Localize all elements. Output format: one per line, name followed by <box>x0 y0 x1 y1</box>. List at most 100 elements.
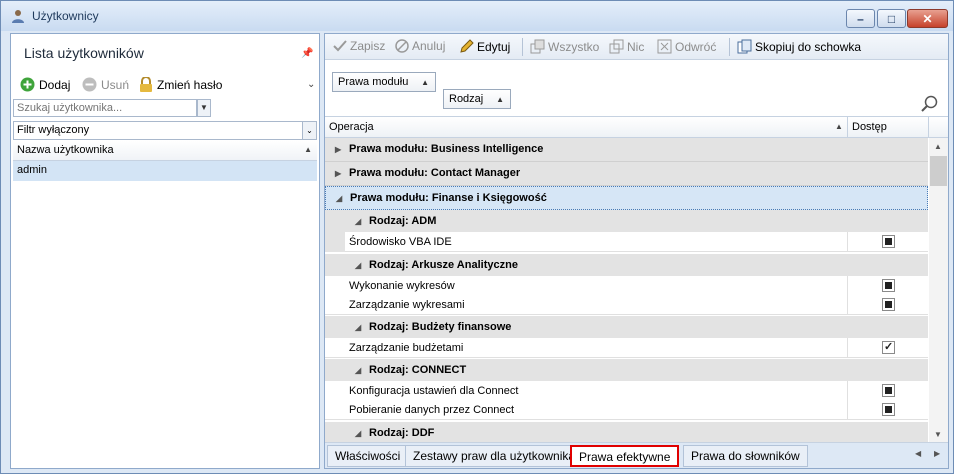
pin-icon[interactable]: 📌 <box>301 48 313 59</box>
chevron-down-icon[interactable]: ◢ <box>355 261 361 270</box>
chevron-down-icon[interactable]: ⌄ <box>302 122 316 139</box>
cancel-icon <box>395 39 409 53</box>
indent-track <box>325 232 345 252</box>
filter-select[interactable]: Filtr wyłączony ⌄ <box>13 121 317 140</box>
tab-scroll-left-icon[interactable]: ◀ <box>915 449 921 458</box>
save-button[interactable]: Zapisz <box>333 39 385 53</box>
kind-group-row[interactable]: ◢ Rodzaj: ADM <box>325 210 928 232</box>
chevron-down-icon[interactable]: ◢ <box>336 194 342 203</box>
close-icon: ✕ <box>922 12 933 26</box>
minus-icon <box>82 77 97 92</box>
kind-group-row[interactable]: ◢ Rodzaj: Budżety finansowe <box>325 316 928 338</box>
permission-label: Konfiguracja ustawień dla Connect <box>349 385 519 397</box>
permission-row[interactable]: Zarządzanie budżetami <box>325 338 928 358</box>
permission-row[interactable]: Zarządzanie wykresami <box>325 295 928 315</box>
remove-user-label: Usuń <box>101 77 130 92</box>
filter-value: Filtr wyłączony <box>17 124 90 136</box>
access-checkbox[interactable] <box>882 279 895 292</box>
username-column-header[interactable]: Nazwa użytkownika ▲ <box>13 141 317 161</box>
tab-properties[interactable]: Właściwości <box>327 445 409 467</box>
sort-asc-icon: ▲ <box>835 122 843 131</box>
column-header-label: Nazwa użytkownika <box>17 144 114 156</box>
user-search-input[interactable] <box>13 99 197 117</box>
cancel-button[interactable]: Anuluj <box>395 39 445 53</box>
tab-effective-permissions[interactable]: Prawa efektywne <box>570 445 680 467</box>
chevron-right-icon[interactable]: ▶ <box>335 169 341 178</box>
invert-button[interactable]: Odwróć <box>657 39 716 54</box>
chevron-down-icon[interactable]: ⌄ <box>307 79 315 90</box>
search-icon[interactable] <box>921 95 939 113</box>
kind-group-label: Rodzaj: ADM <box>369 215 437 227</box>
select-all-button[interactable]: Wszystko <box>530 39 599 54</box>
chevron-right-icon[interactable]: ▶ <box>335 145 341 154</box>
access-checkbox[interactable] <box>882 403 895 416</box>
cell-divider <box>847 338 848 358</box>
kind-group-label: Rodzaj: DDF <box>369 427 435 439</box>
bottom-tab-bar: Właściwości Zestawy praw dla użytkownika… <box>325 442 948 468</box>
minimize-button[interactable]: – <box>846 9 875 28</box>
maximize-icon: □ <box>887 12 896 26</box>
edit-button[interactable]: Edytuj <box>459 39 510 54</box>
group-chip-module-label: Prawa modułu <box>338 76 409 88</box>
permission-row[interactable]: Środowisko VBA IDE <box>325 232 928 252</box>
module-group-row[interactable]: ▶ Prawa modułu: Contact Manager <box>325 162 928 186</box>
select-none-icon <box>609 39 624 54</box>
vertical-scrollbar[interactable]: ▲ ▼ <box>929 138 948 442</box>
search-dropdown-button[interactable]: ▼ <box>197 99 211 117</box>
kind-group-row[interactable]: ◢ Rodzaj: CONNECT <box>325 359 928 381</box>
scroll-up-icon[interactable]: ▲ <box>934 142 942 151</box>
column-divider[interactable] <box>847 117 848 137</box>
access-column-header[interactable]: Dostęp <box>852 121 887 133</box>
access-checkbox[interactable] <box>882 384 895 397</box>
scroll-down-icon[interactable]: ▼ <box>934 430 942 439</box>
kind-group-row[interactable]: ◢ Rodzaj: DDF <box>325 422 928 442</box>
pencil-icon <box>460 39 474 53</box>
cell-divider <box>847 400 848 420</box>
maximize-button[interactable]: □ <box>877 9 906 28</box>
column-divider <box>928 117 929 137</box>
permission-label: Wykonanie wykresów <box>349 280 455 292</box>
module-group-row[interactable]: ▶ Prawa modułu: Business Intelligence <box>325 138 928 162</box>
chevron-down-icon[interactable]: ◢ <box>355 217 361 226</box>
select-none-button[interactable]: Nic <box>609 39 644 54</box>
access-checkbox[interactable] <box>882 235 895 248</box>
change-password-button[interactable]: Zmień hasło <box>139 77 222 92</box>
close-button[interactable]: ✕ <box>907 9 948 28</box>
tab-label: Prawa do słowników <box>691 449 800 463</box>
access-checkbox[interactable] <box>882 340 895 354</box>
permission-row[interactable]: Pobieranie danych przez Connect <box>325 400 928 420</box>
group-chip-module[interactable]: Prawa modułu ▲ <box>332 72 436 92</box>
copy-label: Skopiuj do schowka <box>755 39 862 54</box>
module-group-label: Prawa modułu: Contact Manager <box>349 167 521 179</box>
tab-permission-sets[interactable]: Zestawy praw dla użytkownika <box>405 445 584 467</box>
access-checkbox[interactable] <box>882 298 895 311</box>
operation-column-header[interactable]: Operacja <box>329 121 374 133</box>
chevron-down-icon[interactable]: ◢ <box>355 366 361 375</box>
user-row[interactable]: admin <box>13 161 317 181</box>
cancel-label: Anuluj <box>412 39 446 53</box>
username: admin <box>17 164 47 176</box>
cell-divider <box>847 381 848 401</box>
tab-dictionary-permissions[interactable]: Prawa do słowników <box>683 445 808 467</box>
add-user-label: Dodaj <box>39 77 71 92</box>
kind-group-row[interactable]: ◢ Rodzaj: Arkusze Analityczne <box>325 254 928 276</box>
chevron-down-icon[interactable]: ◢ <box>355 323 361 332</box>
copy-to-clipboard-button[interactable]: Skopiuj do schowka <box>737 39 861 54</box>
permission-row[interactable]: Konfiguracja ustawień dla Connect <box>325 381 928 401</box>
group-chip-kind-label: Rodzaj <box>449 93 484 105</box>
window-title: Użytkownicy <box>32 9 99 23</box>
tab-scroll-right-icon[interactable]: ▶ <box>934 449 940 458</box>
title-bar[interactable]: Użytkownicy – □ ✕ <box>1 1 953 31</box>
permissions-toolbar: Zapisz Anuluj Edytuj Wszystko Nic Odwróć… <box>325 34 948 60</box>
user-toolbar: Dodaj Usuń Zmień hasło <box>11 76 319 96</box>
group-chip-kind[interactable]: Rodzaj ▲ <box>443 89 511 109</box>
remove-user-button[interactable]: Usuń <box>82 77 129 92</box>
scroll-thumb[interactable] <box>930 156 947 186</box>
permission-row[interactable]: Wykonanie wykresów <box>325 276 928 296</box>
select-all-icon <box>530 39 545 54</box>
module-group-row[interactable]: ◢ Prawa modułu: Finanse i Księgowość <box>325 186 928 210</box>
chevron-down-icon[interactable]: ◢ <box>355 429 361 438</box>
add-user-button[interactable]: Dodaj <box>20 77 70 92</box>
permissions-panel: Zapisz Anuluj Edytuj Wszystko Nic Odwróć… <box>324 33 949 469</box>
tab-label: Prawa efektywne <box>579 450 671 464</box>
